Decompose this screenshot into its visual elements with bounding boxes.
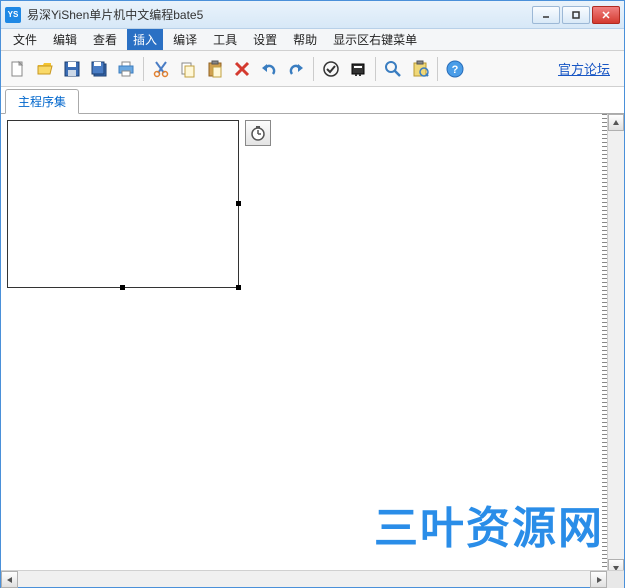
menubar: 文件 编辑 查看 插入 编译 工具 设置 帮助 显示区右键菜单: [1, 29, 624, 51]
vertical-scrollbar[interactable]: [607, 114, 624, 576]
menu-tools[interactable]: 工具: [207, 29, 243, 50]
titlebar[interactable]: YS 易深YiShen单片机中文编程bate5: [1, 1, 624, 29]
svg-text:?: ?: [452, 64, 459, 76]
maximize-button[interactable]: [562, 6, 590, 24]
form-design-surface[interactable]: [7, 120, 239, 288]
undo-icon[interactable]: [256, 56, 282, 82]
resize-handle-right[interactable]: [236, 201, 241, 206]
delete-icon[interactable]: [229, 56, 255, 82]
design-canvas[interactable]: 三叶资源网: [1, 114, 624, 576]
menu-insert[interactable]: 插入: [127, 29, 163, 50]
scroll-right-icon[interactable]: [590, 571, 607, 588]
save-all-icon[interactable]: [86, 56, 112, 82]
menu-edit[interactable]: 编辑: [47, 29, 83, 50]
forum-link[interactable]: 官方论坛: [558, 59, 610, 78]
tab-strip: 主程序集: [1, 87, 624, 114]
menu-view[interactable]: 查看: [87, 29, 123, 50]
scroll-corner: [607, 571, 624, 588]
print-icon[interactable]: [113, 56, 139, 82]
find-icon[interactable]: [380, 56, 406, 82]
window-controls: [532, 6, 620, 24]
toolbar-separator: [437, 57, 438, 81]
resize-handle-corner[interactable]: [236, 285, 241, 290]
save-icon[interactable]: [59, 56, 85, 82]
right-ruler: [602, 114, 607, 576]
app-icon: YS: [5, 7, 21, 23]
clipboard-icon[interactable]: [407, 56, 433, 82]
scroll-left-icon[interactable]: [1, 571, 18, 588]
app-window: YS 易深YiShen单片机中文编程bate5 文件 编辑 查看 插入 编译 工…: [0, 0, 625, 588]
minimize-button[interactable]: [532, 6, 560, 24]
toolbar: ? 官方论坛: [1, 51, 624, 87]
menu-file[interactable]: 文件: [7, 29, 43, 50]
menu-help[interactable]: 帮助: [287, 29, 323, 50]
resize-handle-bottom[interactable]: [120, 285, 125, 290]
window-title: 易深YiShen单片机中文编程bate5: [27, 6, 532, 23]
cut-icon[interactable]: [148, 56, 174, 82]
paste-icon[interactable]: [202, 56, 228, 82]
open-file-icon[interactable]: [32, 56, 58, 82]
redo-icon[interactable]: [283, 56, 309, 82]
new-file-icon[interactable]: [5, 56, 31, 82]
menu-compile[interactable]: 编译: [167, 29, 203, 50]
toolbar-separator: [313, 57, 314, 81]
menu-context[interactable]: 显示区右键菜单: [327, 29, 423, 50]
help-icon[interactable]: ?: [442, 56, 468, 82]
toolbar-separator: [375, 57, 376, 81]
toolbar-separator: [143, 57, 144, 81]
close-button[interactable]: [592, 6, 620, 24]
check-icon[interactable]: [318, 56, 344, 82]
copy-icon[interactable]: [175, 56, 201, 82]
menu-settings[interactable]: 设置: [247, 29, 283, 50]
watermark-text: 三叶资源网: [374, 492, 604, 556]
horizontal-scrollbar[interactable]: [1, 570, 624, 587]
workarea: 主程序集 三叶资源网: [1, 87, 624, 571]
timer-control-icon[interactable]: [245, 120, 271, 146]
scroll-up-icon[interactable]: [608, 114, 624, 131]
build-icon[interactable]: [345, 56, 371, 82]
tab-main[interactable]: 主程序集: [5, 89, 79, 114]
